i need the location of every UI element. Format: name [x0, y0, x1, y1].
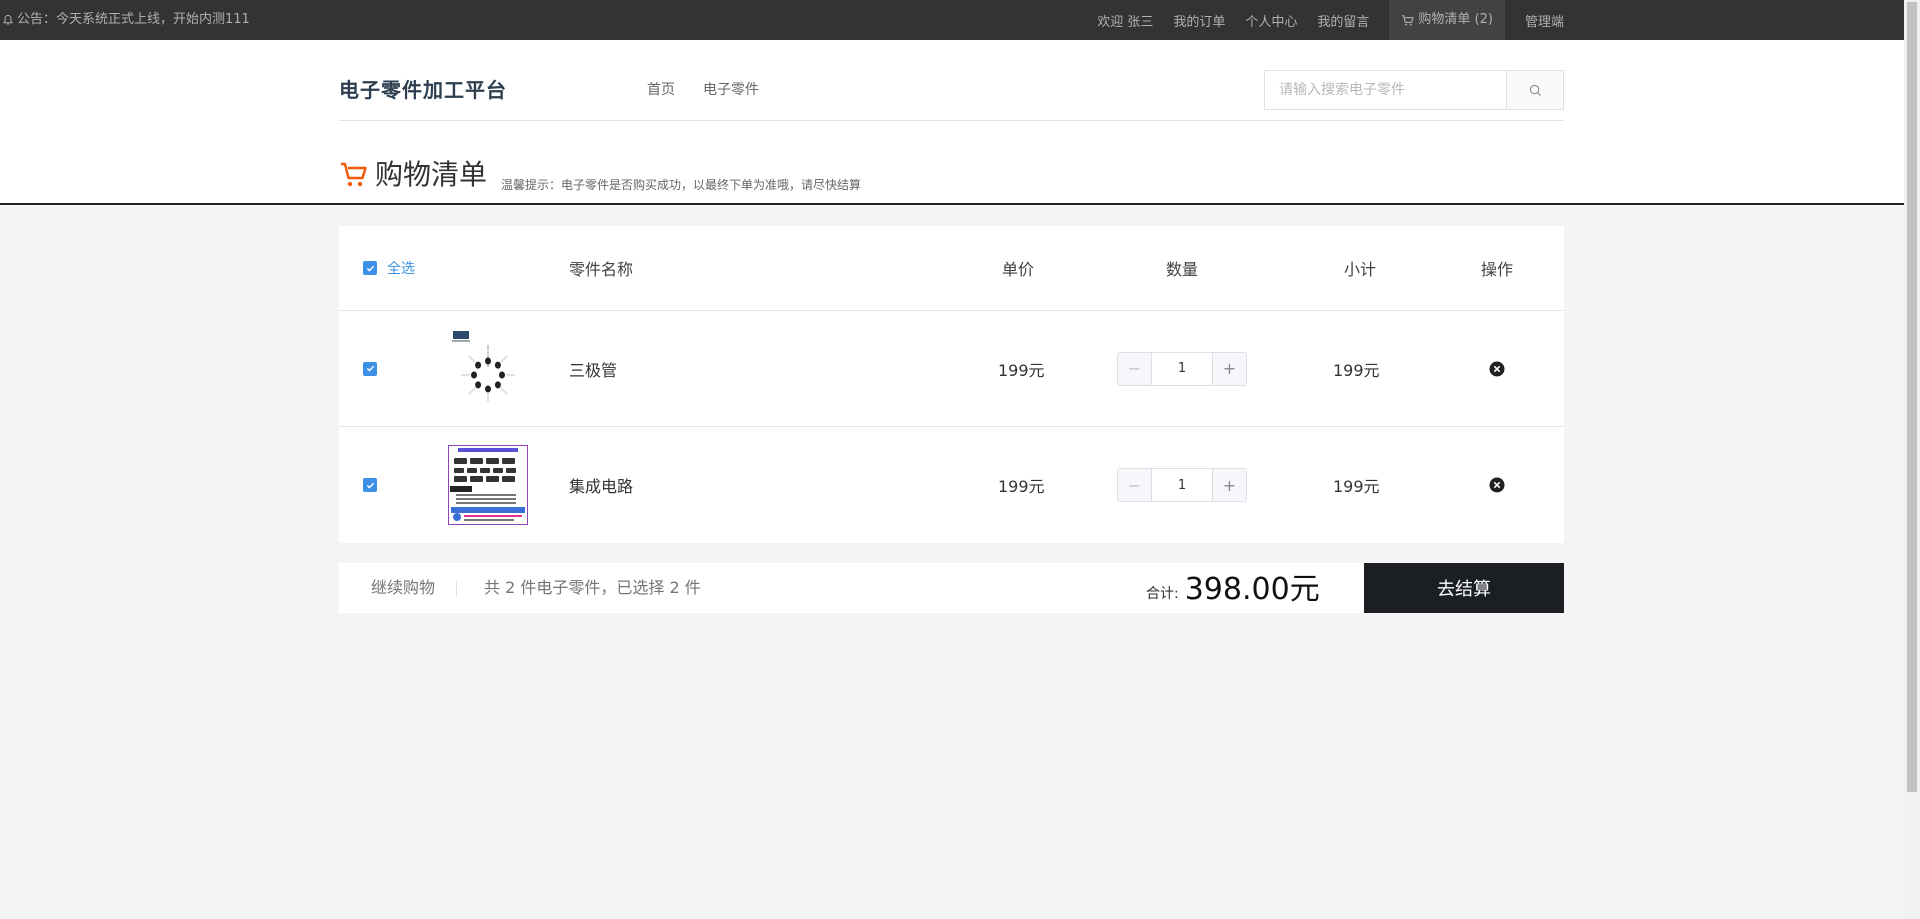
order-total: 合计: 398.00元	[1146, 563, 1320, 613]
continue-shopping-link[interactable]: 继续购物	[371, 563, 435, 613]
remove-icon[interactable]	[1489, 361, 1505, 377]
shopping-list-label: 购物清单 (2)	[1418, 12, 1493, 27]
select-all-checkbox[interactable]	[363, 261, 377, 275]
subtotal: 199元	[1333, 477, 1380, 496]
checkout-button[interactable]: 去结算	[1364, 563, 1564, 613]
admin-link[interactable]: 管理端	[1525, 11, 1564, 30]
user-nav: 欢迎 张三 我的订单 个人中心 我的留言 购物清单 (2) 管理端	[1097, 0, 1564, 40]
scrollbar-thumb[interactable]	[1907, 2, 1917, 792]
subtotal: 199元	[1333, 360, 1380, 380]
nav-links: 首页 电子零件	[647, 40, 759, 141]
personal-center-link[interactable]: 个人中心	[1245, 11, 1297, 30]
quantity-stepper: − 1 +	[1117, 468, 1247, 502]
shopping-cart-icon	[341, 162, 367, 187]
col-price: 单价	[1002, 260, 1035, 279]
nav-components[interactable]: 电子零件	[703, 40, 759, 141]
search-icon	[1529, 84, 1541, 96]
product-name[interactable]: 三极管	[569, 311, 617, 426]
divider	[456, 581, 457, 597]
announcement: 公告：今天系统正式上线，开始内测111	[2, 0, 250, 40]
row-checkbox[interactable]	[363, 478, 377, 492]
product-image-transistor[interactable]	[448, 328, 528, 409]
search-box	[1264, 70, 1564, 110]
quantity-value[interactable]: 1	[1152, 353, 1212, 385]
cart-table: 全选 零件名称 单价 数量 小计 操作 三极管 199元 − 1 + 199元 …	[339, 226, 1564, 543]
page-title: 购物清单	[375, 158, 488, 191]
row-checkbox[interactable]	[363, 361, 377, 376]
nav-home[interactable]: 首页	[647, 40, 675, 141]
bell-icon	[3, 14, 13, 25]
shopping-list-link[interactable]: 购物清单 (2)	[1389, 0, 1505, 40]
site-logo[interactable]: 电子零件加工平台	[339, 40, 507, 121]
selection-info: 共 2 件电子零件，已选择 2 件	[484, 578, 701, 597]
check-icon	[366, 482, 374, 489]
total-amount: 398.00元	[1184, 572, 1320, 607]
quantity-stepper: − 1 +	[1117, 351, 1247, 386]
col-name: 零件名称	[569, 260, 634, 279]
main-nav: 电子零件加工平台 首页 电子零件	[339, 40, 1564, 121]
product-name[interactable]: 集成电路	[569, 427, 633, 543]
remove-icon[interactable]	[1489, 477, 1505, 493]
search-button[interactable]	[1506, 71, 1563, 109]
page-tip: 温馨提示：电子零件是否购买成功，以最终下单为准哦，请尽快结算	[501, 178, 862, 192]
cart-summary-bar: 继续购物 共 2 件电子零件，已选择 2 件 合计: 398.00元 去结算	[339, 563, 1564, 613]
unit-price: 199元	[998, 360, 1045, 380]
select-all[interactable]: 全选	[363, 226, 415, 310]
unit-price: 199元	[998, 477, 1045, 496]
announcement-text: 公告：今天系统正式上线，开始内测111	[17, 12, 250, 27]
increase-button[interactable]: +	[1212, 469, 1246, 501]
col-action: 操作	[1481, 260, 1514, 279]
quantity-value[interactable]: 1	[1152, 469, 1212, 501]
search-input[interactable]	[1265, 71, 1506, 109]
welcome-user[interactable]: 欢迎 张三	[1097, 11, 1153, 30]
col-qty: 数量	[1166, 260, 1199, 279]
cart-icon	[1402, 14, 1415, 26]
total-label: 合计:	[1146, 586, 1179, 602]
check-icon	[366, 365, 374, 372]
increase-button[interactable]: +	[1212, 352, 1246, 385]
table-row: 三极管 199元 − 1 + 199元	[339, 311, 1564, 427]
vertical-scrollbar[interactable]	[1904, 0, 1920, 919]
my-orders-link[interactable]: 我的订单	[1173, 11, 1225, 30]
decrease-button[interactable]: −	[1118, 352, 1152, 385]
my-messages-link[interactable]: 我的留言	[1317, 11, 1369, 30]
col-subtotal: 小计	[1344, 260, 1377, 279]
page-title-bar: 购物清单 温馨提示：电子零件是否购买成功，以最终下单为准哦，请尽快结算	[339, 150, 861, 200]
table-header: 全选 零件名称 单价 数量 小计 操作	[339, 226, 1564, 311]
decrease-button[interactable]: −	[1118, 469, 1152, 501]
check-icon	[366, 265, 374, 272]
table-row: 集成电路 199元 − 1 + 199元	[339, 427, 1564, 543]
header: 电子零件加工平台 首页 电子零件 购物清单 温馨提示：电子零件是否购买成功，以最…	[0, 40, 1904, 205]
product-image-ic[interactable]	[448, 445, 528, 525]
select-all-label[interactable]: 全选	[387, 258, 415, 278]
top-bar: 公告：今天系统正式上线，开始内测111 欢迎 张三 我的订单 个人中心 我的留言…	[0, 0, 1904, 40]
